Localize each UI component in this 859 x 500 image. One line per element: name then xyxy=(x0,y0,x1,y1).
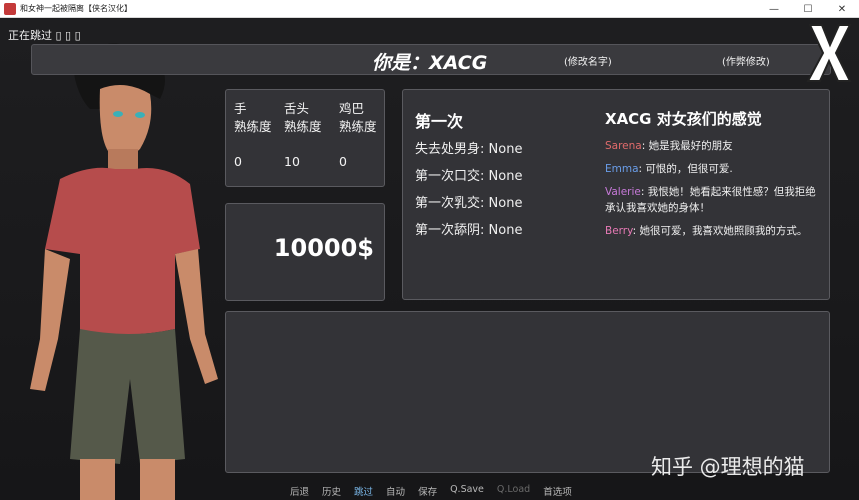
menu-skip[interactable]: 跳过 xyxy=(354,484,373,498)
skill-hand: 手 熟练度 xyxy=(234,101,272,134)
dialogue-panel xyxy=(225,311,830,473)
skip-indicator: 正在跳过 ▯ ▯ ▯ xyxy=(8,29,81,42)
close-button[interactable]: ✕ xyxy=(825,0,859,18)
watermark: 知乎 @理想的猫 xyxy=(651,455,805,479)
skill-third: 鸡巴 熟练度 xyxy=(339,101,377,134)
name-bar: 你是：XACG (修改名字) (作弊修改) xyxy=(31,44,831,75)
minimize-button[interactable]: — xyxy=(757,0,791,18)
character-portrait xyxy=(30,43,218,500)
menu-back[interactable]: 后退 xyxy=(290,484,309,498)
player-name: 你是：XACG xyxy=(372,52,488,74)
window-controls: — ☐ ✕ xyxy=(757,0,859,18)
skill-tongue-value: 10 xyxy=(284,154,300,169)
girl-name: Berry xyxy=(605,225,633,237)
app-icon xyxy=(4,2,16,15)
cheat-button[interactable]: (作弊修改) xyxy=(722,53,770,68)
x-logo-icon xyxy=(806,24,852,82)
feelings-title: XACG 对女孩们的感觉 xyxy=(605,110,762,128)
menu-auto[interactable]: 自动 xyxy=(386,484,405,498)
maximize-button[interactable]: ☐ xyxy=(791,0,825,18)
menu-quick-load[interactable]: Q.Load xyxy=(497,484,530,498)
menu-quick-save[interactable]: Q.Save xyxy=(450,484,484,498)
window-title: 和女神一起被隔离【侠名汉化】 xyxy=(20,4,132,13)
girl-name: Valerie xyxy=(605,186,641,198)
skill-third-value: 0 xyxy=(339,154,347,169)
feeling-row: Valerie: 我恨她！她看起来很性感？但我拒绝承认我喜欢她的身体！ xyxy=(605,186,816,214)
rename-button[interactable]: (修改名字) xyxy=(564,53,612,68)
first-row: 失去处男身: None xyxy=(415,142,523,157)
girl-name: Emma xyxy=(605,163,639,175)
menu-save[interactable]: 保存 xyxy=(418,484,437,498)
girl-name: Sarena xyxy=(605,140,642,152)
skills-panel: 手 熟练度 0 舌头 熟练度 10 鸡巴 熟练度 0 xyxy=(225,89,385,187)
game-screen: 正在跳过 ▯ ▯ ▯ 你是：XACG (修改名字) (作弊修改) 手 熟练度 0… xyxy=(0,19,859,500)
money-panel: 10000$ xyxy=(225,203,385,301)
feeling-row: Emma: 可恨的，但很可爱. xyxy=(605,163,733,175)
feeling-row: Berry: 她很可爱，我喜欢她照顾我的方式。 xyxy=(605,225,808,237)
skill-tongue: 舌头 熟练度 xyxy=(284,101,322,134)
stats-panel: 第一次 失去处男身: None 第一次口交: None 第一次乳交: None … xyxy=(402,89,830,300)
quick-menu: 后退 历史 跳过 自动 保存 Q.Save Q.Load 首选项 xyxy=(290,484,585,498)
first-row: 第一次口交: None xyxy=(415,169,523,184)
menu-history[interactable]: 历史 xyxy=(322,484,341,498)
money-amount: 10000$ xyxy=(273,234,374,262)
feeling-row: Sarena: 她是我最好的朋友 xyxy=(605,140,733,152)
first-row: 第一次舔阴: None xyxy=(415,223,523,238)
window-titlebar: 和女神一起被隔离【侠名汉化】 — ☐ ✕ xyxy=(0,0,859,18)
skill-hand-value: 0 xyxy=(234,154,242,169)
first-row: 第一次乳交: None xyxy=(415,196,523,211)
menu-preferences[interactable]: 首选项 xyxy=(543,484,572,498)
firsts-title: 第一次 xyxy=(415,112,464,131)
